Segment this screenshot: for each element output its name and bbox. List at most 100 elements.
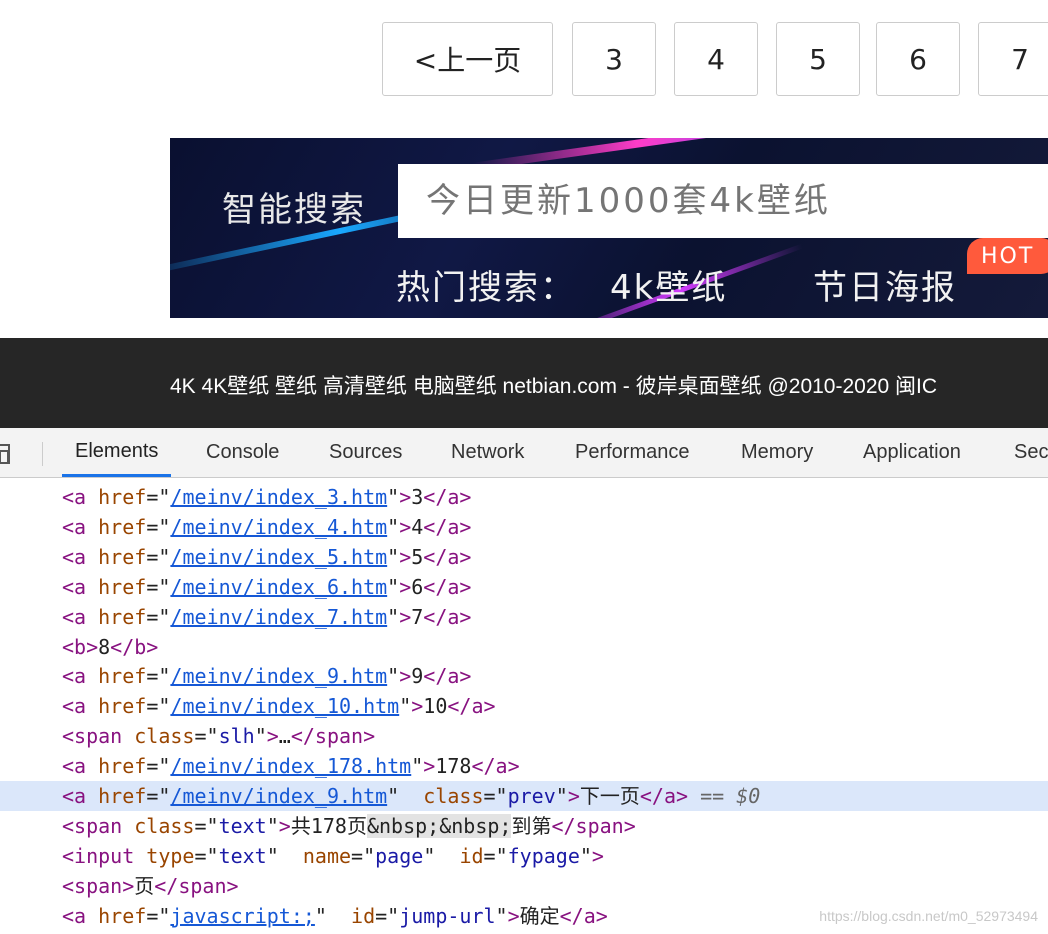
href-link[interactable]: /meinv/index_3.htm — [170, 485, 387, 509]
page-button-5[interactable]: 5 — [776, 22, 860, 96]
attr-name: class — [122, 813, 195, 838]
href-link[interactable]: /meinv/index_9.htm — [170, 784, 387, 808]
code-token: =" — [146, 485, 171, 509]
tag-end: </a> — [423, 604, 472, 629]
node-text: 8 — [98, 634, 111, 659]
href-link[interactable]: /meinv/index_7.htm — [170, 605, 387, 629]
attr-name: href — [86, 574, 147, 599]
tab-network[interactable]: Network — [451, 428, 524, 477]
attr-name: href — [86, 544, 147, 569]
site-footer: 4K 4K壁纸 壁纸 高清壁纸 电脑壁纸 netbian.com - 彼岸桌面壁… — [0, 338, 1048, 428]
tag-end: </a> — [423, 574, 472, 599]
tag-close: > — [399, 604, 412, 629]
tab-elements[interactable]: Elements — [62, 428, 172, 477]
dom-node-line[interactable]: <span class="text">共178页&nbsp;&nbsp;到第</… — [0, 811, 1048, 841]
href-link[interactable]: /meinv/index_10.htm — [170, 694, 399, 718]
tag-close: > — [278, 813, 291, 838]
code-token: =" — [146, 784, 171, 808]
tag-open: <input — [62, 843, 135, 868]
attr-name: id — [447, 843, 484, 868]
dom-node-line[interactable]: <a href="/meinv/index_3.htm">3</a> — [0, 482, 1048, 512]
dom-node-line[interactable]: <span>页</span> — [0, 871, 1048, 901]
tag-end: </a> — [639, 784, 689, 808]
tag-open: <span — [62, 724, 123, 749]
href-link[interactable]: /meinv/index_4.htm — [170, 515, 387, 539]
tab-performance[interactable]: Performance — [575, 428, 690, 477]
code-token: " — [387, 604, 400, 629]
code-token: " — [579, 843, 592, 868]
attr-name: href — [86, 664, 147, 689]
tag-close: > — [423, 754, 436, 779]
href-link[interactable]: /meinv/index_6.htm — [170, 575, 387, 599]
page-button-4[interactable]: 4 — [674, 22, 758, 96]
href-link[interactable]: javascript:; — [170, 904, 315, 928]
dom-node-line[interactable]: <b>8</b> — [0, 632, 1048, 662]
tab-application[interactable]: Application — [863, 428, 961, 477]
dom-node-line[interactable]: <span class="slh">…</span> — [0, 721, 1048, 751]
attr-name: name — [290, 843, 352, 868]
code-token: =" — [146, 694, 171, 719]
href-link[interactable]: /meinv/index_9.htm — [170, 664, 387, 688]
hot-badge: HOT — [967, 238, 1048, 274]
tag-open: <a — [62, 694, 87, 719]
device-toolbar-icon[interactable] — [0, 442, 20, 466]
tag-end: </a> — [423, 664, 472, 689]
search-banner: 智能搜索 热门搜索： 4k壁纸 节日海报 HOT — [170, 138, 1048, 318]
search-input[interactable] — [398, 164, 1048, 238]
dom-node-line[interactable]: <a href="/meinv/index_9.htm" class="prev… — [0, 781, 1048, 811]
code-token: " — [387, 514, 400, 539]
code-token: =" — [483, 843, 508, 868]
tag-close: > — [507, 903, 520, 928]
hot-search-link-4k[interactable]: 4k壁纸 — [610, 260, 727, 309]
code-token: =" — [146, 754, 171, 779]
prev-page-button[interactable]: <上一页 — [382, 22, 553, 96]
tab-memory[interactable]: Memory — [741, 428, 813, 477]
dom-node-line[interactable]: <a href="/meinv/index_9.htm">9</a> — [0, 661, 1048, 691]
code-token: =" — [194, 813, 219, 838]
tab-sources[interactable]: Sources — [329, 428, 402, 477]
code-token: " — [495, 903, 508, 928]
devtools-tab-bar: Elements Console Sources Network Perform… — [0, 428, 1048, 478]
dom-node-line[interactable]: <a href="/meinv/index_7.htm">7</a> — [0, 602, 1048, 632]
dom-node-line[interactable]: <a href="javascript:;" id="jump-url">确定<… — [0, 901, 1048, 931]
hot-search-link-holiday[interactable]: 节日海报 — [813, 260, 957, 309]
code-token: =" — [146, 664, 171, 689]
tag-open: <a — [62, 544, 87, 569]
tag-close: > — [591, 843, 604, 868]
attr-name: href — [86, 514, 147, 539]
attr-value: page — [375, 843, 424, 868]
dom-node-line[interactable]: <a href="/meinv/index_178.htm">178</a> — [0, 751, 1048, 781]
tab-security[interactable]: Sec — [1014, 428, 1048, 477]
tab-console[interactable]: Console — [206, 428, 279, 477]
code-token: " — [266, 843, 279, 868]
tag-end: </a> — [423, 544, 472, 569]
tag-open: <a — [62, 485, 87, 509]
dom-node-line[interactable]: <a href="/meinv/index_10.htm">10</a> — [0, 691, 1048, 721]
dom-node-line[interactable]: <a href="/meinv/index_6.htm">6</a> — [0, 572, 1048, 602]
code-token: =" — [146, 544, 171, 569]
href-link[interactable]: /meinv/index_5.htm — [170, 545, 387, 569]
page-button-6[interactable]: 6 — [876, 22, 960, 96]
attr-value: jump-url — [399, 903, 496, 928]
dom-node-line[interactable]: <a href="/meinv/index_5.htm">5</a> — [0, 542, 1048, 572]
node-text: … — [278, 724, 291, 749]
page-button-7[interactable]: 7 — [978, 22, 1048, 96]
attr-name: href — [86, 903, 147, 928]
node-text: 下一页 — [579, 784, 640, 808]
code-token: " — [399, 694, 412, 719]
tag-end: </span> — [551, 813, 636, 838]
page-button-3[interactable]: 3 — [572, 22, 656, 96]
hot-search-label: 热门搜索： — [396, 268, 576, 308]
footer-text: 4K 4K壁纸 壁纸 高清壁纸 电脑壁纸 netbian.com - 彼岸桌面壁… — [170, 375, 938, 398]
tag-end: </span> — [290, 724, 376, 749]
attr-value: fypage — [507, 843, 580, 868]
href-link[interactable]: /meinv/index_178.htm — [170, 754, 411, 778]
node-text: 页 — [134, 873, 155, 898]
code-token: =" — [146, 574, 171, 599]
tag-close: > — [399, 514, 412, 539]
dom-node-line[interactable]: <input type="text" name="page" id="fypag… — [0, 841, 1048, 871]
dom-node-line[interactable]: <a href="/meinv/index_4.htm">4</a> — [0, 512, 1048, 542]
node-text: 4 — [411, 514, 424, 539]
